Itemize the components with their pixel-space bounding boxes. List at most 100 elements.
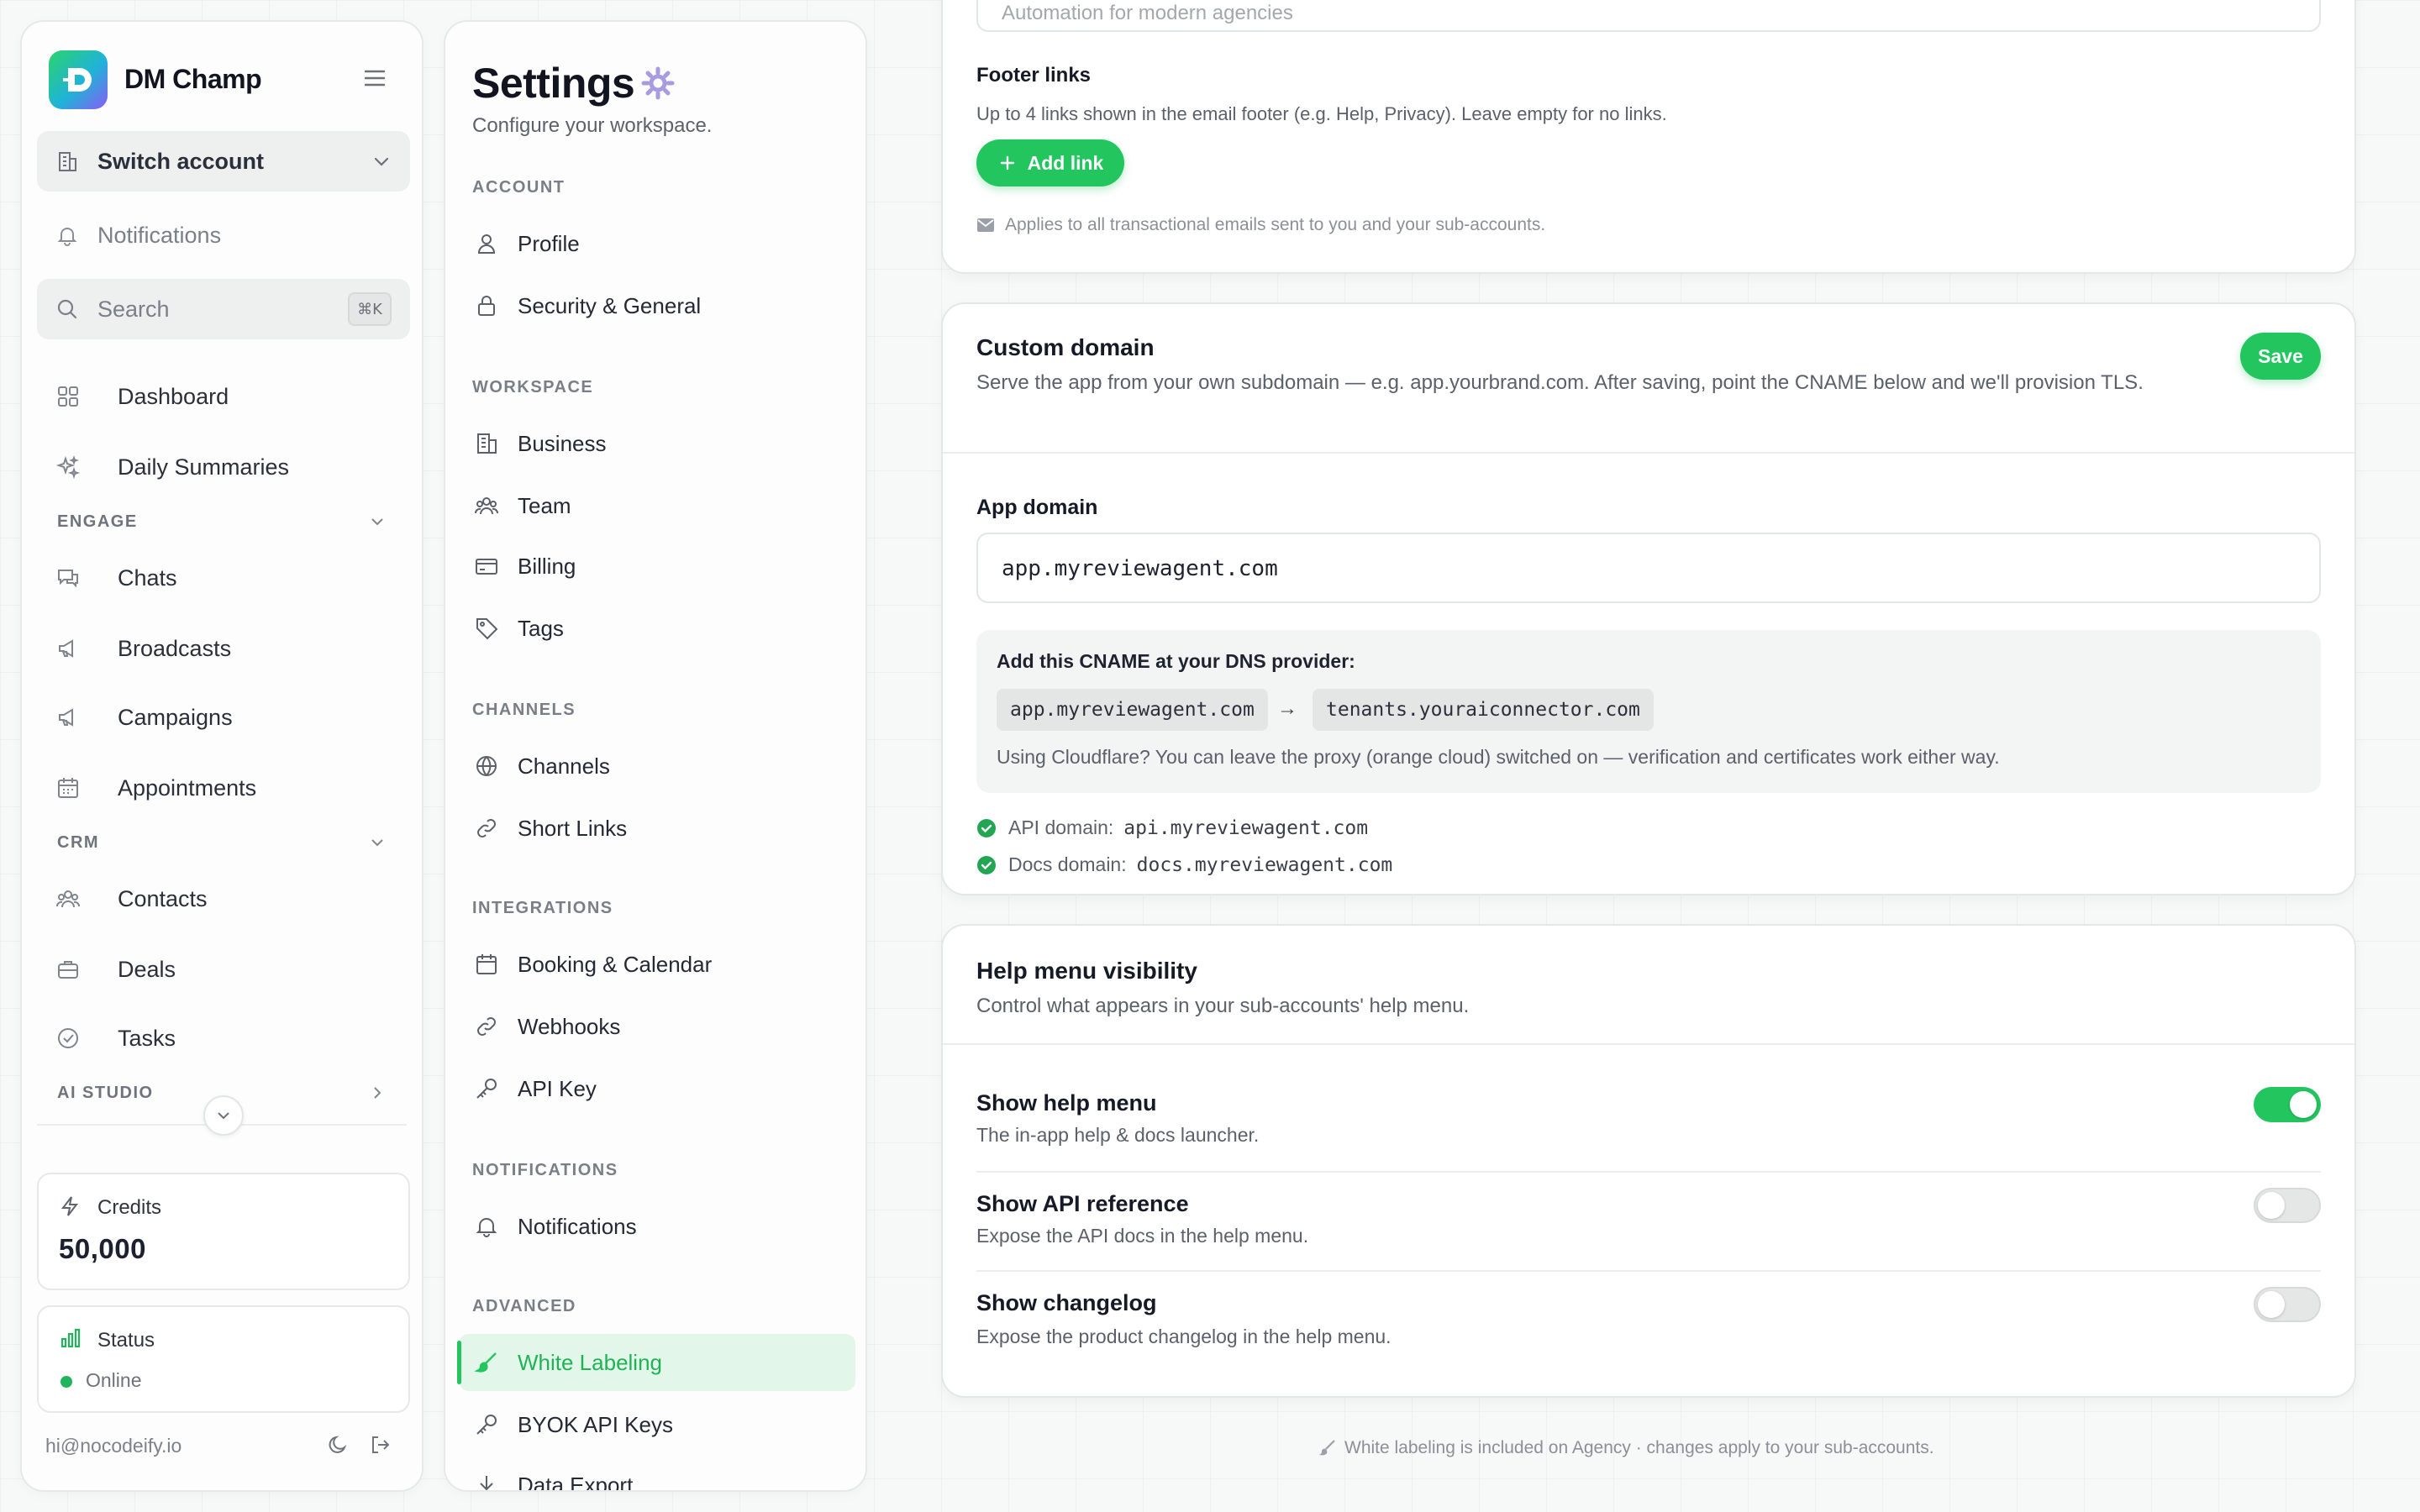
cname-heading: Add this CNAME at your DNS provider: <box>997 650 1355 672</box>
nav-item-profile[interactable]: Profile <box>459 215 855 272</box>
nav-item-api-key[interactable]: API Key <box>459 1060 855 1117</box>
status-dot <box>60 1376 72 1388</box>
switch-account-button[interactable]: Switch account <box>37 131 410 192</box>
check-circle-icon <box>977 818 996 837</box>
hamburger-menu-icon[interactable] <box>363 67 387 89</box>
custom-domain-title: Custom domain <box>976 334 1155 360</box>
nav-item-tags[interactable]: Tags <box>459 600 855 657</box>
nav-item-billing[interactable]: Billing <box>459 538 855 595</box>
add-link-button[interactable]: Add link <box>976 139 1124 186</box>
email-tagline-input[interactable]: Automation for modern agencies <box>976 0 2321 32</box>
status-value: Online <box>86 1369 142 1391</box>
footer-note-text: White labeling is included on Agency · c… <box>1344 1438 1934 1457</box>
calendar-icon <box>474 952 499 977</box>
grid-icon <box>55 384 81 409</box>
chevron-down-icon[interactable] <box>368 512 387 531</box>
nav-item-label: Short Links <box>518 815 628 841</box>
nav-item-label: Data Export <box>518 1472 634 1492</box>
nav-item-business[interactable]: Business <box>459 415 855 472</box>
input-value: app.myreviewagent.com <box>1002 556 1278 581</box>
megaphone-icon <box>55 705 81 730</box>
nav-item-label: BYOK API Keys <box>518 1411 673 1437</box>
app-sidebar: DM Champ Switch account Notifications Se… <box>20 20 424 1492</box>
divider <box>976 1270 2321 1272</box>
sidebar-item-chats[interactable]: Chats <box>37 548 410 608</box>
link-icon <box>474 816 499 841</box>
logo-d-icon <box>63 68 92 92</box>
key-icon <box>474 1076 499 1101</box>
envelope-icon <box>977 218 994 232</box>
nav-item-label: Channels <box>518 753 610 779</box>
download-icon <box>474 1473 499 1490</box>
footer-links-label: Footer links <box>976 64 1092 87</box>
sidebar-item-campaigns[interactable]: Campaigns <box>37 687 410 748</box>
credit-card-icon <box>474 554 499 579</box>
nav-section-workspace: WORKSPACE <box>472 378 594 396</box>
show-api-reference-toggle[interactable] <box>2254 1188 2321 1223</box>
nav-item-data-export[interactable]: Data Export <box>459 1457 855 1492</box>
nav-item-team[interactable]: Team <box>459 477 855 534</box>
sidebar-item-broadcasts[interactable]: Broadcasts <box>37 618 410 679</box>
nav-item-label: Webhooks <box>518 1013 621 1039</box>
sidebar-item-notifications[interactable]: Notifications <box>37 205 410 265</box>
nav-item-label: Tags <box>518 615 564 641</box>
custom-domain-description: Serve the app from your own subdomain — … <box>976 371 2144 394</box>
sidebar-item-tasks[interactable]: Tasks <box>37 1008 410 1068</box>
chevron-down-icon[interactable] <box>368 833 387 852</box>
app-domain-input[interactable]: app.myreviewagent.com <box>976 533 2321 603</box>
nav-item-security[interactable]: Security & General <box>459 277 855 334</box>
nav-item-byok[interactable]: BYOK API Keys <box>459 1396 855 1453</box>
briefcase-icon <box>55 957 81 982</box>
toggle-description: Expose the product changelog in the help… <box>976 1326 1392 1347</box>
toggle-title: Show help menu <box>976 1090 1157 1116</box>
sidebar-item-label: Chats <box>118 564 177 591</box>
api-domain-value: api.myreviewagent.com <box>1123 816 1369 839</box>
cname-from-chip[interactable]: app.myreviewagent.com <box>997 689 1268 731</box>
sidebar-item-label: Daily Summaries <box>118 454 290 480</box>
applies-note-text: Applies to all transactional emails sent… <box>1005 215 1546 234</box>
toggle-description: The in-app help & docs launcher. <box>976 1124 1260 1146</box>
footer-links-help: Up to 4 links shown in the email footer … <box>976 103 1667 124</box>
sidebar-item-appointments[interactable]: Appointments <box>37 758 410 818</box>
nav-item-label: White Labeling <box>518 1349 662 1375</box>
api-domain-row: API domain: api.myreviewagent.com <box>976 816 1368 839</box>
brand-logo[interactable] <box>49 50 108 109</box>
input-placeholder: Automation for modern agencies <box>1002 2 1293 24</box>
search-input[interactable]: Search ⌘K <box>37 279 410 339</box>
toggle-knob <box>2290 1091 2317 1118</box>
white-label-footer-note: White labeling is included on Agency · c… <box>1318 1438 1934 1458</box>
save-button[interactable]: Save <box>2240 333 2321 380</box>
bell-icon <box>474 1214 499 1239</box>
credits-value: 50,000 <box>59 1233 146 1264</box>
show-changelog-toggle[interactable] <box>2254 1287 2321 1322</box>
nav-item-label: API Key <box>518 1075 597 1101</box>
nav-item-label: Security & General <box>518 292 702 318</box>
sidebar-item-dashboard[interactable]: Dashboard <box>37 366 410 427</box>
nav-item-notifications[interactable]: Notifications <box>459 1198 855 1255</box>
sidebar-item-label: Dashboard <box>118 383 229 409</box>
users-icon <box>55 886 81 911</box>
logout-icon[interactable] <box>368 1433 392 1457</box>
chevron-right-icon[interactable] <box>368 1084 387 1102</box>
show-help-menu-toggle[interactable] <box>2254 1087 2321 1122</box>
lock-icon <box>474 293 499 318</box>
nav-item-booking[interactable]: Booking & Calendar <box>459 936 855 993</box>
divider <box>943 452 2354 454</box>
sidebar-item-daily-summaries[interactable]: Daily Summaries <box>37 437 410 497</box>
docs-domain-row: Docs domain: docs.myreviewagent.com <box>976 853 1392 876</box>
cname-to-chip[interactable]: tenants.youraiconnector.com <box>1313 689 1654 731</box>
sidebar-item-deals[interactable]: Deals <box>37 939 410 1000</box>
section-engage: ENGAGE <box>57 512 138 531</box>
nav-item-white-labeling[interactable]: White Labeling <box>457 1334 855 1391</box>
scroll-down-button[interactable] <box>203 1095 244 1136</box>
nav-section-notifications: NOTIFICATIONS <box>472 1161 618 1179</box>
sidebar-item-contacts[interactable]: Contacts <box>37 869 410 929</box>
docs-domain-label: Docs domain: <box>1008 853 1127 875</box>
nav-item-short-links[interactable]: Short Links <box>459 800 855 857</box>
custom-domain-panel: Custom domain Serve the app from your ow… <box>941 302 2356 895</box>
credits-label: Credits <box>97 1196 162 1219</box>
nav-item-webhooks[interactable]: Webhooks <box>459 998 855 1055</box>
user-email: hi@nocodeify.io <box>45 1435 182 1457</box>
nav-item-channels[interactable]: Channels <box>459 738 855 795</box>
moon-icon[interactable] <box>326 1433 350 1457</box>
